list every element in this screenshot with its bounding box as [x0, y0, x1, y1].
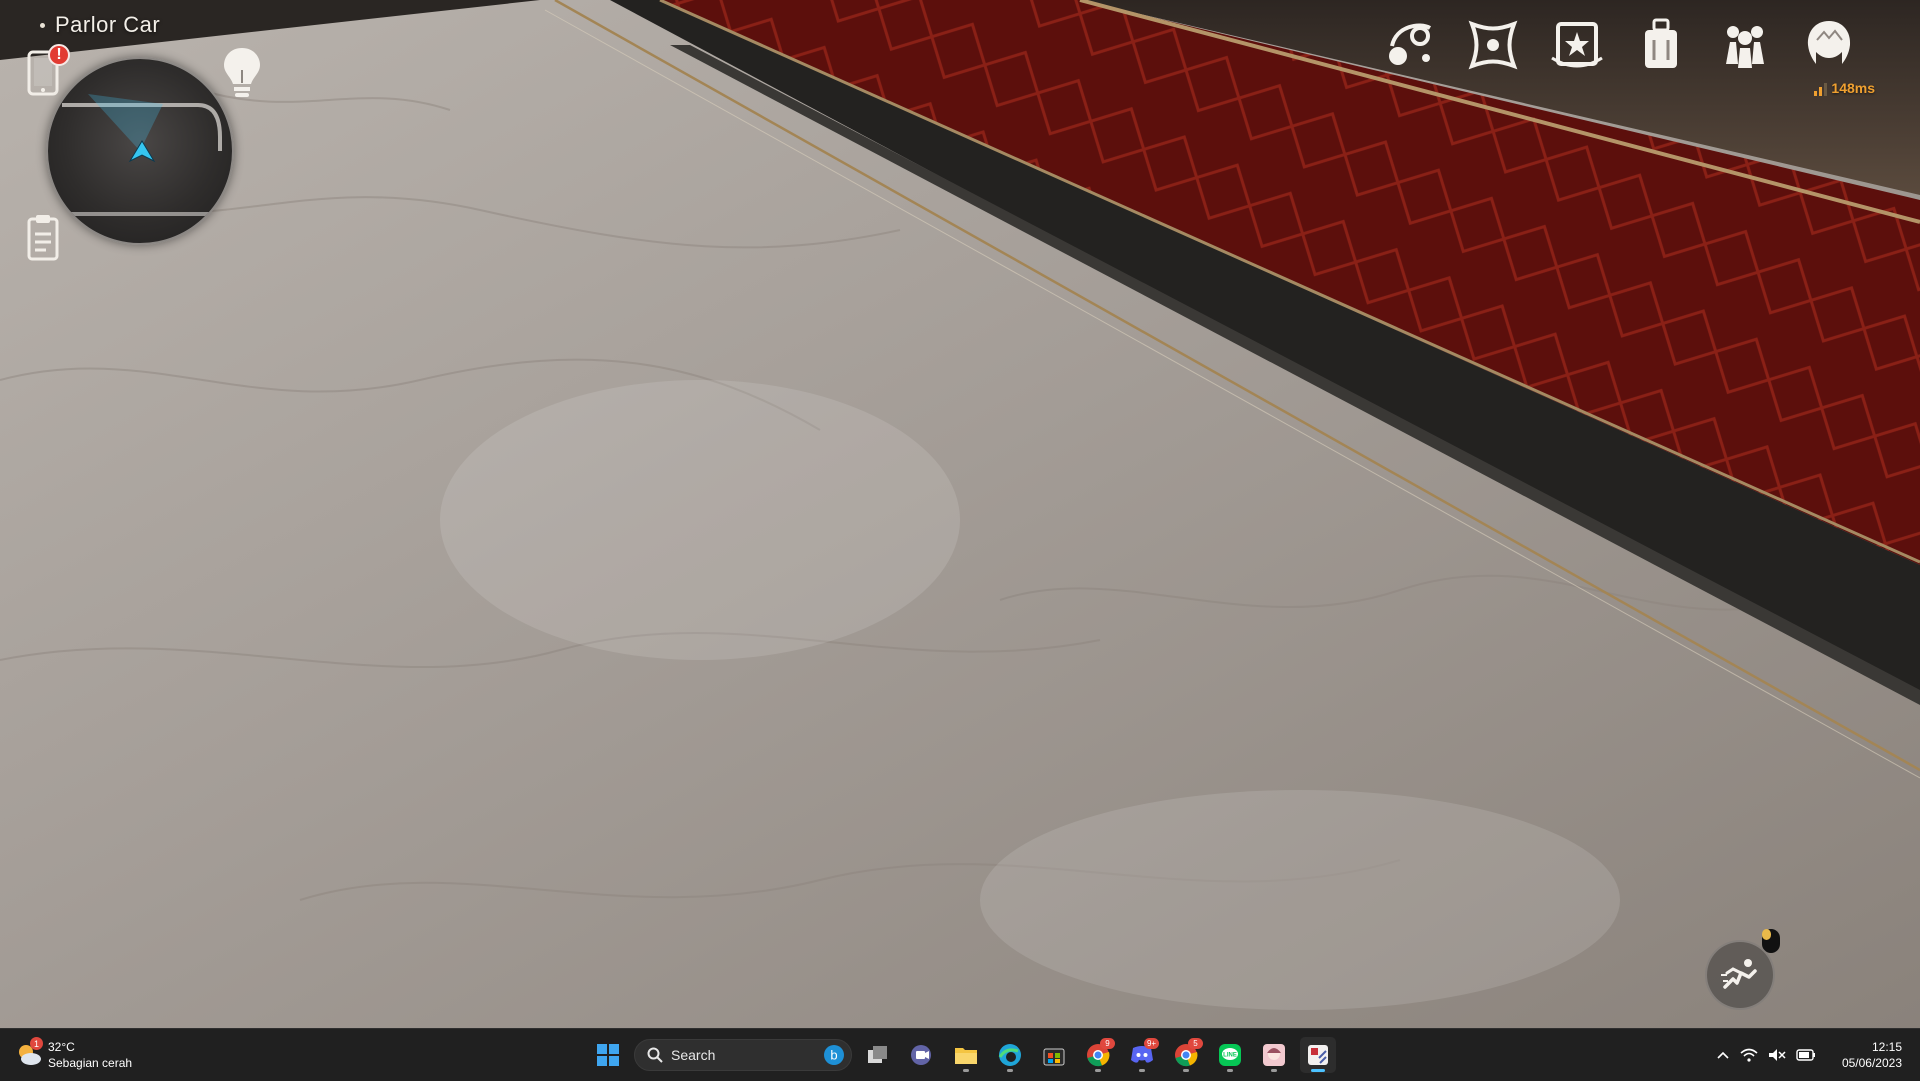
ping-value: 148ms [1831, 80, 1875, 96]
bing-icon: b [824, 1045, 844, 1065]
speaker-muted-icon[interactable] [1768, 1048, 1786, 1062]
mission-log-button[interactable] [26, 214, 60, 262]
discord-badge: 9+ [1144, 1038, 1159, 1049]
trailblazer-profile-button[interactable] [1802, 18, 1856, 72]
top-menu [1382, 18, 1856, 72]
taskbar-app-teams[interactable] [904, 1037, 940, 1073]
search-placeholder: Search [671, 1047, 716, 1063]
taskbar-app-task-view[interactable] [860, 1037, 896, 1073]
start-button[interactable] [590, 1037, 626, 1073]
taskbar-app-line[interactable]: LINE [1212, 1037, 1248, 1073]
lightbulb-icon [224, 48, 260, 97]
warp-icon [1468, 20, 1518, 70]
taskbar-app-discord[interactable]: 9+ [1124, 1037, 1160, 1073]
character-icon [1726, 26, 1764, 68]
teams-meet-icon [911, 1045, 931, 1065]
store-icon [1043, 1048, 1065, 1066]
search-icon [647, 1047, 663, 1063]
character-button[interactable] [1718, 18, 1772, 72]
taskbar-app-edge[interactable] [992, 1037, 1028, 1073]
location-label: Parlor Car [40, 12, 160, 38]
svg-text:LINE: LINE [1223, 1053, 1237, 1059]
minimap[interactable] [46, 57, 234, 245]
clock-time: 12:15 [1871, 1040, 1902, 1054]
game-scene [0, 0, 1920, 1028]
clock[interactable]: 12:15 05/06/2023 [1842, 1039, 1902, 1071]
sprint-icon [1721, 959, 1757, 989]
chrome-badge: 9 [1100, 1038, 1115, 1049]
ping-indicator: 148ms [1814, 80, 1875, 96]
taskbar-app-file-explorer[interactable] [948, 1037, 984, 1073]
weather-temperature: 32°C [48, 1040, 75, 1054]
clipboard-icon [27, 215, 59, 261]
trailblazer-avatar-icon [1807, 21, 1851, 64]
battery-icon[interactable] [1796, 1049, 1816, 1061]
player-arrow-icon [128, 140, 156, 163]
clock-date: 05/06/2023 [1841, 1056, 1902, 1070]
location-dot [40, 22, 45, 28]
folder-icon [955, 1048, 977, 1064]
line-icon: LINE [1219, 1044, 1241, 1066]
interastral-guide-button[interactable] [1382, 18, 1436, 72]
chrome-profile-badge: 5 [1188, 1038, 1203, 1049]
hint-button[interactable] [222, 46, 262, 100]
edge-icon [998, 1044, 1021, 1066]
inventory-button[interactable] [1634, 18, 1688, 72]
taskbar-app-chrome-profile[interactable]: 5 [1168, 1037, 1204, 1073]
system-tray: 12:15 05/06/2023 [1716, 1029, 1920, 1081]
phone-alert-badge: ! [48, 44, 70, 66]
weather-widget[interactable]: 1 32°C Sebagian cerah [16, 1037, 133, 1071]
inventory-icon [1645, 18, 1677, 68]
taskbar-search[interactable]: Search b [634, 1039, 852, 1071]
phone-button[interactable]: ! [26, 44, 70, 96]
weather-condition: Sebagian cerah [48, 1056, 133, 1070]
task-view-icon [868, 1046, 887, 1063]
windows-icon [597, 1044, 619, 1066]
svg-text:b: b [830, 1048, 837, 1063]
taskbar-app-chrome[interactable]: 9 [1080, 1037, 1116, 1073]
signal-bars-icon [1814, 83, 1828, 96]
chevron-up-icon[interactable] [1716, 1050, 1730, 1060]
star-rail-pass-button[interactable] [1550, 18, 1604, 72]
interastral-guide-icon [1389, 23, 1432, 65]
star-rail-pass-icon [1551, 22, 1603, 68]
weather-badge: 1 [30, 1037, 43, 1050]
warp-button[interactable] [1466, 18, 1520, 72]
taskbar-apps: Search b 9 9+ 5 LINE [590, 1037, 1336, 1073]
location-name: Parlor Car [55, 12, 161, 37]
anime-app-icon [1263, 1044, 1285, 1066]
game-app-icon [1308, 1045, 1328, 1065]
taskbar-app-game[interactable] [1300, 1037, 1336, 1073]
sprint-button[interactable] [1705, 940, 1775, 1010]
taskbar: 1 32°C Sebagian cerah Search b 9 9+ 5 LI… [0, 1028, 1920, 1081]
taskbar-app-anime[interactable] [1256, 1037, 1292, 1073]
taskbar-app-store[interactable] [1036, 1037, 1072, 1073]
wifi-icon[interactable] [1740, 1048, 1758, 1062]
